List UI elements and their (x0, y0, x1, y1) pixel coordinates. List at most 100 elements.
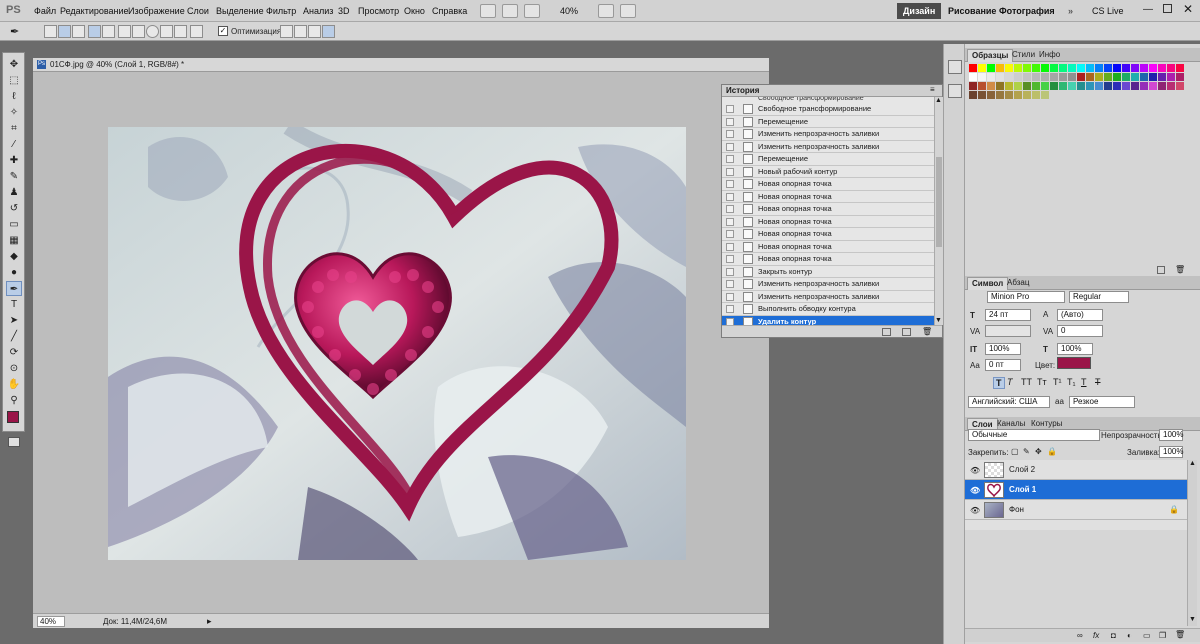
color-swatch[interactable] (1113, 64, 1121, 72)
font-style-select[interactable]: Regular (1069, 291, 1129, 303)
color-swatch[interactable] (1041, 64, 1049, 72)
screen-mode-icon[interactable] (620, 4, 636, 18)
color-swatch[interactable] (1158, 64, 1166, 72)
color-swatch[interactable] (1095, 73, 1103, 81)
pen-tool-icon[interactable]: ✒ (6, 281, 22, 296)
color-swatch[interactable] (1113, 82, 1121, 90)
color-swatch[interactable] (1095, 82, 1103, 90)
status-menu-arrow-icon[interactable]: ▸ (207, 616, 212, 627)
history-source-checkbox[interactable] (726, 242, 734, 251)
tracking-field[interactable]: 0 (1057, 325, 1103, 337)
color-swatch[interactable] (1068, 73, 1076, 81)
color-swatch[interactable] (978, 73, 986, 81)
scroll-up-icon[interactable]: ▲ (935, 97, 942, 104)
hand-tool-icon[interactable]: ✋ (6, 377, 22, 392)
gradient-tool-icon[interactable]: ▦ (6, 233, 22, 248)
color-swatch[interactable] (1104, 64, 1112, 72)
canvas-image[interactable] (108, 127, 686, 560)
color-swatch[interactable] (1131, 64, 1139, 72)
history-item[interactable]: Новый рабочий контур (722, 166, 934, 178)
menu-image[interactable]: Изображение (128, 6, 185, 16)
leading-field[interactable]: (Авто) (1057, 309, 1103, 321)
color-swatch[interactable] (1176, 82, 1184, 90)
color-swatch[interactable] (1122, 82, 1130, 90)
color-swatch[interactable] (1140, 73, 1148, 81)
blend-mode-select[interactable]: Обычные (968, 429, 1100, 441)
color-swatch[interactable] (1059, 73, 1067, 81)
color-swatch[interactable] (1167, 82, 1175, 90)
color-swatch[interactable] (1014, 73, 1022, 81)
scroll-thumb[interactable] (936, 157, 942, 247)
color-swatch[interactable] (1023, 82, 1031, 90)
menu-layers[interactable]: Слои (187, 6, 209, 16)
color-swatch[interactable] (1068, 64, 1076, 72)
layer-row[interactable]: 👁 Слой 2 (965, 460, 1187, 480)
tab-info[interactable]: Инфо (1035, 49, 1064, 62)
delete-state-icon[interactable]: 🗑 (922, 327, 932, 336)
delete-swatch-icon[interactable]: 🗑 (1175, 265, 1185, 274)
visibility-eye-icon[interactable]: 👁 (970, 486, 980, 495)
history-source-checkbox[interactable] (726, 280, 734, 288)
history-source-checkbox[interactable] (726, 105, 734, 113)
color-swatch[interactable] (1032, 64, 1040, 72)
color-swatch[interactable] (1059, 91, 1067, 99)
color-swatch[interactable] (1104, 73, 1112, 81)
history-source-checkbox[interactable] (726, 255, 734, 263)
small-caps-icon[interactable]: Tт (1037, 377, 1047, 387)
history-source-checkbox[interactable] (726, 305, 734, 313)
color-swatch[interactable] (1113, 91, 1121, 99)
language-select[interactable]: Английский: США (968, 396, 1050, 408)
color-swatch[interactable] (996, 91, 1004, 99)
color-swatch[interactable] (1140, 82, 1148, 90)
color-swatch[interactable] (1005, 73, 1013, 81)
fill-pixels-icon[interactable] (72, 25, 85, 38)
color-swatch[interactable] (1131, 73, 1139, 81)
text-color-swatch[interactable] (1057, 357, 1091, 369)
color-swatch[interactable] (1176, 64, 1184, 72)
history-item[interactable]: Новая опорная точка (722, 178, 934, 191)
color-swatch[interactable] (996, 73, 1004, 81)
color-swatch[interactable] (1149, 64, 1157, 72)
new-snapshot-icon[interactable] (902, 328, 911, 336)
strikethrough-icon[interactable]: T (1095, 377, 1101, 387)
history-source-checkbox[interactable] (726, 180, 734, 188)
underline-icon[interactable]: T (1081, 377, 1087, 387)
color-swatch[interactable] (987, 91, 995, 99)
menu-filter[interactable]: Фильтр (266, 6, 296, 16)
layer-style-icon[interactable]: fx (1093, 631, 1099, 640)
workspace-photography[interactable]: Фотография (993, 3, 1061, 19)
tab-swatches[interactable]: Образцы (967, 49, 1014, 62)
pen-tool-preset-icon[interactable]: ✒ (10, 25, 19, 38)
color-swatch[interactable] (1122, 91, 1130, 99)
bridge-icon[interactable] (480, 4, 496, 18)
subscript-icon[interactable]: T₁ (1067, 377, 1076, 387)
menu-3d[interactable]: 3D (338, 6, 350, 16)
crop-tool-icon[interactable]: ⌗ (6, 121, 22, 136)
color-swatch[interactable] (1158, 82, 1166, 90)
color-swatch[interactable] (1005, 64, 1013, 72)
horizontal-scale-field[interactable]: 100% (1057, 343, 1093, 355)
move-tool-icon[interactable]: ✥ (6, 57, 22, 72)
foreground-color-swatch[interactable] (7, 411, 19, 423)
color-swatch[interactable] (1149, 91, 1157, 99)
color-swatch[interactable] (1014, 82, 1022, 90)
delete-layer-icon[interactable]: 🗑 (1175, 630, 1185, 639)
menu-select[interactable]: Выделение (216, 6, 264, 16)
history-item[interactable]: Новая опорная точка (722, 253, 934, 266)
color-swatch[interactable] (1167, 64, 1175, 72)
zoom-level[interactable]: 40% (560, 6, 578, 16)
color-swatch[interactable] (978, 91, 986, 99)
history-source-checkbox[interactable] (726, 192, 734, 201)
new-swatch-icon[interactable] (1157, 266, 1165, 274)
history-brush-icon[interactable]: ↺ (6, 201, 22, 216)
color-swatch[interactable] (1131, 82, 1139, 90)
workspace-more-icon[interactable]: » (1062, 3, 1079, 19)
close-icon[interactable]: ✕ (1183, 2, 1193, 16)
rectangle-icon[interactable] (118, 25, 131, 38)
type-tool-icon[interactable]: T (6, 297, 22, 312)
color-swatch[interactable] (1149, 82, 1157, 90)
color-swatch[interactable] (1131, 91, 1139, 99)
kerning-field[interactable] (985, 325, 1031, 337)
polygon-icon[interactable] (160, 25, 173, 38)
color-swatch[interactable] (1041, 82, 1049, 90)
